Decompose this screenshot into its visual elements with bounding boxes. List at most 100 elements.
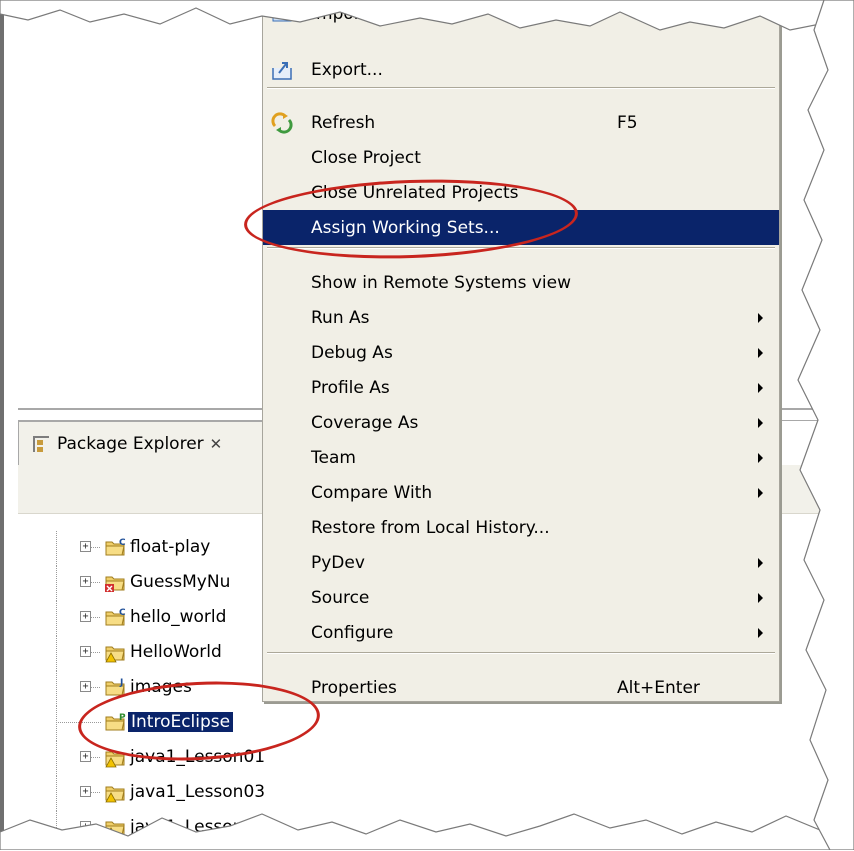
package-explorer-tab[interactable]: Package Explorer ✕ (18, 421, 278, 465)
menu-item-close-project[interactable]: Close Project (263, 140, 779, 175)
menu-item-label: Close Project (311, 147, 421, 168)
menu-item-run-as[interactable]: Run As (263, 300, 779, 335)
tree-guide-line (56, 811, 57, 846)
import-icon (271, 3, 293, 25)
java-project-folder-icon: J (104, 676, 126, 698)
tree-guide-line (56, 741, 57, 776)
menu-item-properties[interactable]: Properties Alt+Enter (263, 670, 779, 705)
tree-item-label: images (130, 677, 192, 697)
menu-item-label: Team (311, 447, 356, 468)
tree-item-java1-lesson03[interactable]: + java1_Lesson03 (18, 776, 848, 811)
svg-text:P: P (119, 713, 126, 723)
c-project-folder-icon: C (104, 536, 126, 558)
tree-guide-line (56, 776, 57, 811)
menu-item-label: Profile As (311, 377, 390, 398)
expand-icon[interactable]: + (80, 541, 91, 552)
menu-item-label: Import... (311, 3, 384, 24)
menu-item-team[interactable]: Team (263, 440, 779, 475)
tree-guide-line (56, 566, 57, 601)
tree-item-label: java1_Lesson03 (130, 782, 266, 802)
expand-icon[interactable]: + (80, 646, 91, 657)
menu-item-show-in-remote-systems-view[interactable]: Show in Remote Systems view (263, 265, 779, 300)
menu-item-restore-from-local-history[interactable]: Restore from Local History... (263, 510, 779, 545)
tree-item-label: java1_Lesson04 (130, 817, 266, 837)
tree-item-label: IntroEclipse (128, 712, 234, 732)
svg-text:C: C (119, 608, 126, 618)
menu-item-label: Assign Working Sets... (311, 217, 500, 238)
expand-icon[interactable]: + (80, 821, 91, 832)
menu-item-label: Configure (311, 622, 394, 643)
menu-item-label: Show in Remote Systems view (311, 272, 571, 293)
menu-item-label: Close Unrelated Projects (311, 182, 519, 203)
menu-item-shortcut: Alt+Enter (617, 677, 700, 698)
pydev-project-folder-icon: P (104, 711, 126, 733)
java-project-warning-folder-icon (104, 641, 126, 663)
menu-item-compare-with[interactable]: Compare With (263, 475, 779, 510)
java-project-warning-folder-icon (104, 816, 126, 838)
tree-item-java1-lesson04[interactable]: + java1_Lesson04 (18, 811, 848, 846)
menu-item-label: Refresh (311, 112, 376, 133)
tree-connector-line (91, 652, 101, 653)
tree-connector-line (91, 582, 101, 583)
submenu-arrow-icon (758, 558, 763, 568)
tree-item-label: GuessMyNu (130, 572, 231, 592)
menu-item-close-unrelated-projects[interactable]: Close Unrelated Projects (263, 175, 779, 210)
menu-item-import[interactable]: Import... (263, 0, 779, 31)
menu-item-label: Export... (311, 59, 383, 80)
expand-icon[interactable]: + (80, 611, 91, 622)
tree-item-label: java1_Lesson01 (130, 747, 266, 767)
refresh-icon (271, 112, 293, 134)
tree-connector-line (58, 722, 101, 723)
submenu-arrow-icon (758, 313, 763, 323)
menu-item-export[interactable]: Export... (263, 52, 779, 87)
menu-item-label: Compare With (311, 482, 433, 503)
menu-item-label: Properties (311, 677, 397, 698)
package-explorer-tab-label: Package Explorer (57, 433, 204, 454)
eclipse-workspace: Package Explorer ✕ + Cfloat-play + GuessMyN… (0, 0, 854, 851)
expand-icon[interactable]: + (80, 786, 91, 797)
svg-text:C: C (119, 538, 126, 548)
menu-item-source[interactable]: Source (263, 580, 779, 615)
java-project-error-folder-icon (104, 571, 126, 593)
expand-icon[interactable]: + (80, 681, 91, 692)
submenu-arrow-icon (758, 383, 763, 393)
tree-connector-line (91, 827, 101, 828)
menu-item-coverage-as[interactable]: Coverage As (263, 405, 779, 440)
tree-connector-line (91, 547, 101, 548)
menu-item-profile-as[interactable]: Profile As (263, 370, 779, 405)
tree-guide-line (56, 531, 57, 566)
menu-item-pydev[interactable]: PyDev (263, 545, 779, 580)
menu-item-label: Run As (311, 307, 370, 328)
menu-item-label: Source (311, 587, 370, 608)
expand-icon[interactable]: + (80, 576, 91, 587)
menu-separator (267, 247, 775, 249)
menu-item-shortcut: F5 (617, 112, 638, 133)
tree-guide-line (56, 671, 57, 706)
expand-icon[interactable]: + (80, 751, 91, 762)
tree-guide-line (56, 706, 57, 741)
context-menu: Import... Export... Refresh F5 Close Project… (262, 0, 780, 702)
tree-connector-line (91, 757, 101, 758)
close-icon[interactable]: ✕ (210, 435, 223, 453)
torn-edge-right (797, 0, 854, 850)
menu-item-refresh[interactable]: Refresh F5 (263, 105, 779, 140)
submenu-arrow-icon (758, 453, 763, 463)
tree-connector-line (91, 792, 101, 793)
menu-item-debug-as[interactable]: Debug As (263, 335, 779, 370)
tree-item-java1-lesson01[interactable]: + java1_Lesson01 (18, 741, 848, 776)
tree-connector-line (91, 617, 101, 618)
submenu-arrow-icon (758, 488, 763, 498)
export-icon (271, 59, 293, 81)
tree-item-introeclipse[interactable]: P IntroEclipse (18, 706, 848, 741)
menu-separator (267, 87, 775, 89)
submenu-arrow-icon (758, 628, 763, 638)
menu-item-configure[interactable]: Configure (263, 615, 779, 650)
tree-guide-line (56, 601, 57, 636)
package-explorer-icon (33, 435, 49, 452)
tree-item-label: hello_world (130, 607, 227, 627)
java-project-warning-folder-icon (104, 746, 126, 768)
menu-item-label: Coverage As (311, 412, 419, 433)
c-project-folder-icon: C (104, 606, 126, 628)
menu-item-assign-working-sets[interactable]: Assign Working Sets... (263, 210, 779, 245)
tree-item-label: float-play (130, 537, 211, 557)
